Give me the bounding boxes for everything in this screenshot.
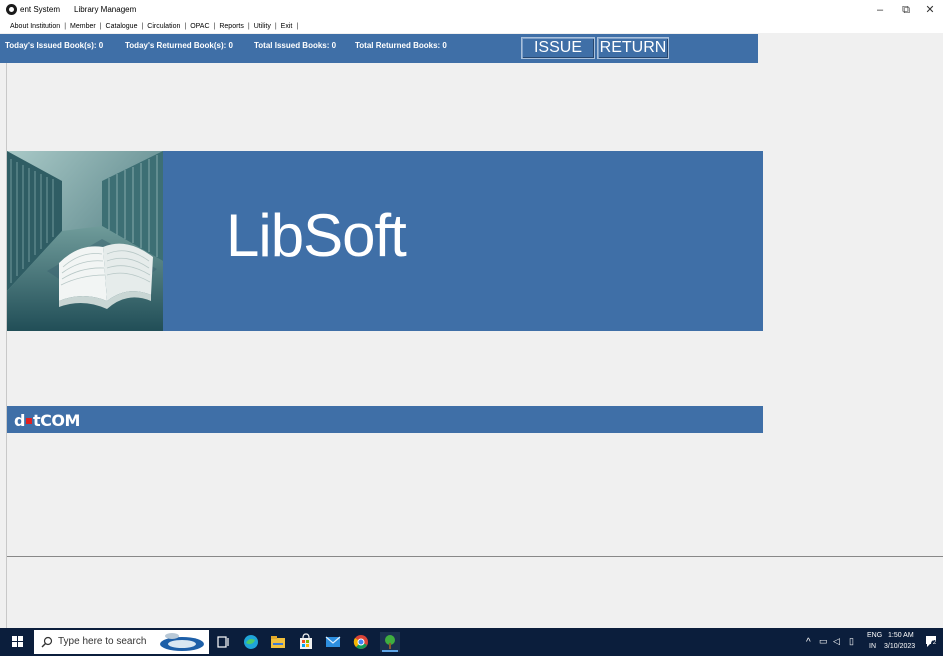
notification-count: 2 [931,640,938,647]
windows-taskbar: Type here to search ^ ▭ ◁ ▯ ENG IN 1:50 … [0,628,943,656]
clock-time[interactable]: 1:50 AM [888,632,914,639]
window-left-edge [6,63,7,628]
windows-start-icon[interactable] [12,636,24,648]
store-icon[interactable] [296,632,316,652]
dotcom-logo: d tCOM [14,411,80,430]
edge-browser-icon[interactable] [241,632,261,652]
menu-circulation[interactable]: Circulation [145,23,182,30]
menu-member[interactable]: Member [68,23,98,30]
title-bar: ent System Library Managem – ⧉ ✕ [0,0,943,20]
file-explorer-icon[interactable] [268,632,288,652]
mail-icon[interactable] [323,632,343,652]
todays-issued-count: Today's Issued Book(s): 0 [5,41,104,50]
app-banner: LibSoft [7,151,763,331]
menu-utility[interactable]: Utility [252,23,273,30]
total-issued-count: Total Issued Books: 0 [254,41,337,50]
content-divider [7,556,943,557]
library-book-image [7,151,163,331]
menu-opac[interactable]: OPAC [188,23,211,30]
menu-separator: | [296,23,299,30]
search-placeholder: Type here to search [58,636,147,647]
taskbar-search-box[interactable]: Type here to search [34,630,209,654]
notification-icon[interactable]: 2 [925,635,938,648]
total-returned-count: Total Returned Books: 0 [355,41,447,50]
tray-chevron-icon[interactable]: ^ [806,637,811,648]
banner-title: LibSoft [226,202,407,269]
return-button[interactable]: RETURN [597,37,669,59]
brand-band: d tCOM [7,406,763,433]
restore-button[interactable]: ⧉ [894,1,918,19]
menu-catalogue[interactable]: Catalogue [104,23,140,30]
network-icon[interactable]: ▭ [819,636,828,647]
app-icon [6,4,17,15]
weather-widget-icon[interactable] [157,631,207,653]
minimize-button[interactable]: – [868,1,892,19]
menu-exit[interactable]: Exit [279,23,295,30]
logo-dot [25,417,32,424]
chrome-icon[interactable] [351,632,371,652]
issue-button[interactable]: ISSUE [521,37,595,59]
clock-date[interactable]: 3/10/2023 [884,643,915,650]
language-line1[interactable]: ENG [867,632,882,639]
menu-bar: About Institution | Member | Catalogue |… [0,20,943,33]
todays-returned-count: Today's Returned Book(s): 0 [125,41,233,50]
logo-suffix: tCOM [32,411,80,430]
volume-icon[interactable]: ◁ [833,636,840,647]
window-title-part-2: Library Managem [74,5,137,14]
window-title-part-1: ent System [20,5,61,14]
menu-about-institution[interactable]: About Institution [8,23,62,30]
search-icon [41,636,53,648]
libsoft-app-icon[interactable] [380,632,400,652]
menu-reports[interactable]: Reports [217,23,246,30]
logo-letter-d: d [14,411,25,430]
language-line2[interactable]: IN [869,643,876,650]
task-view-icon[interactable] [213,632,233,652]
battery-icon[interactable]: ▯ [849,636,854,647]
status-bar: Today's Issued Book(s): 0 Today's Return… [0,34,758,63]
close-button[interactable]: ✕ [918,1,942,19]
